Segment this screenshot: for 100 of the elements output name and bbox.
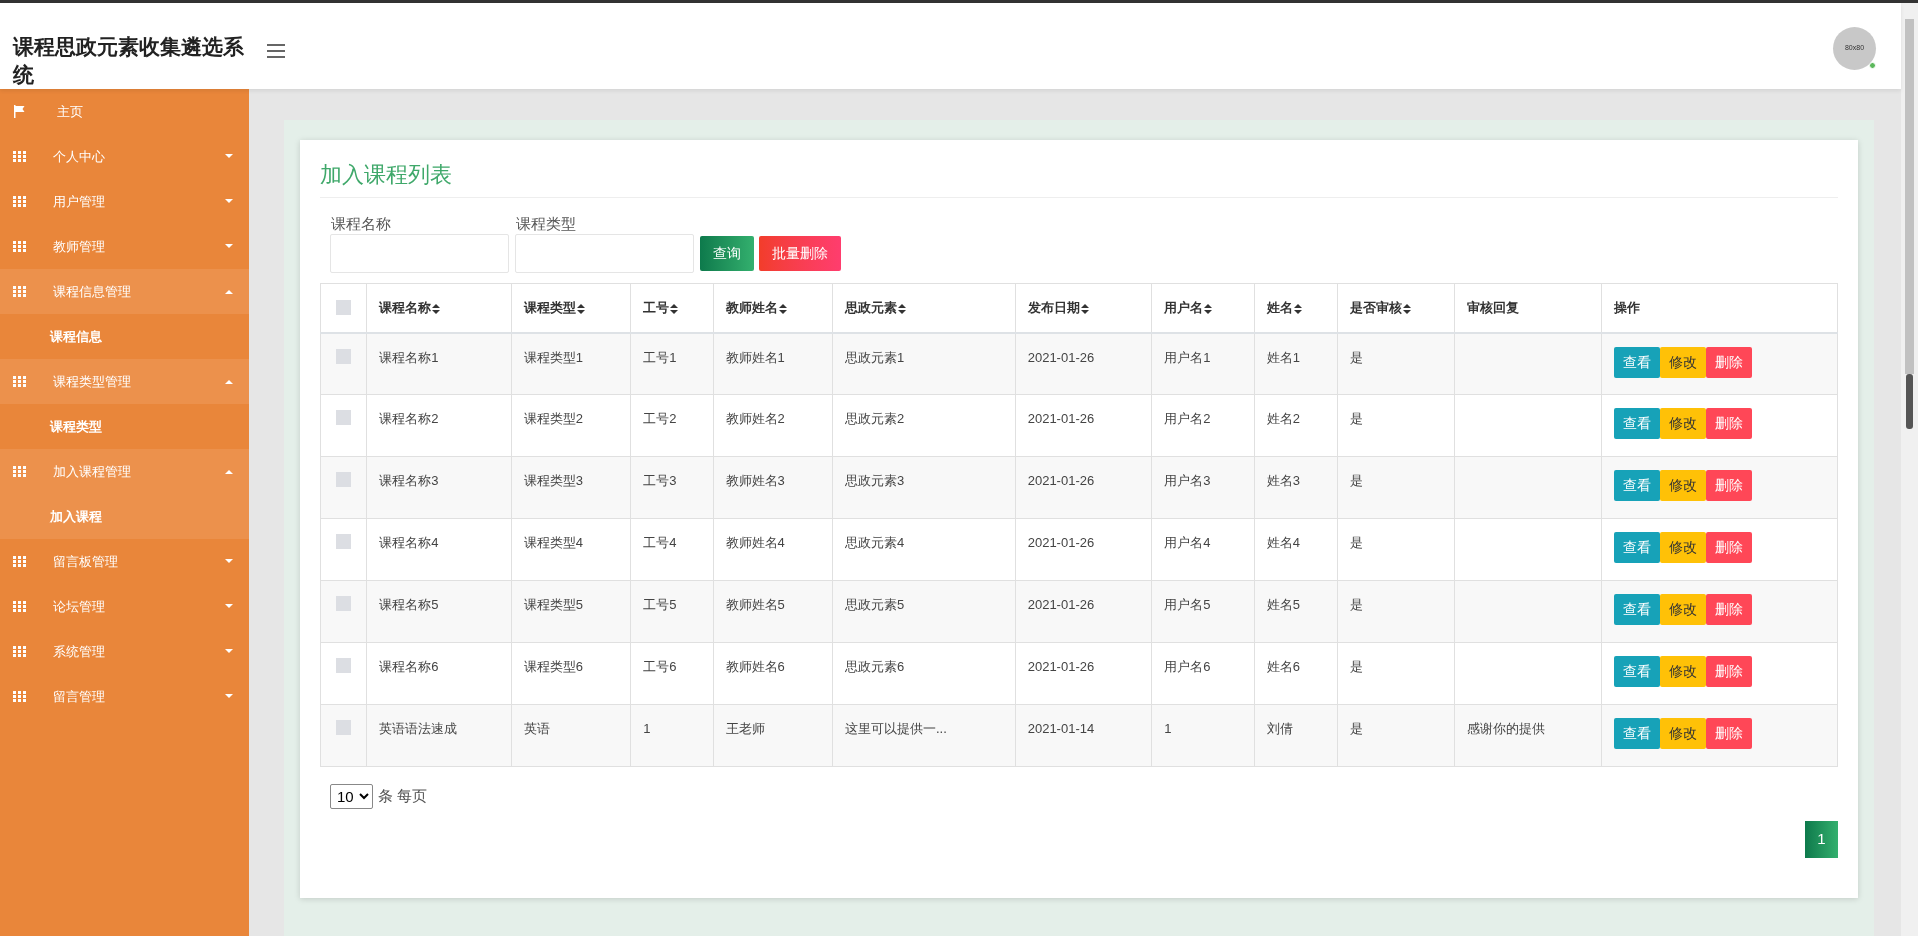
table-cell: 工号6 — [643, 659, 677, 674]
grid-icon — [13, 286, 26, 297]
table-cell: 课程名称4 — [379, 535, 439, 550]
caret-icon — [225, 694, 233, 699]
view-button[interactable]: 查看 — [1614, 718, 1660, 749]
delete-button[interactable]: 删除 — [1706, 408, 1752, 439]
delete-button[interactable]: 删除 — [1706, 532, 1752, 563]
search-button[interactable]: 查询 — [700, 236, 754, 271]
table-cell: 用户名3 — [1164, 473, 1211, 488]
row-checkbox[interactable] — [336, 534, 352, 549]
table-cell: 用户名4 — [1164, 535, 1211, 550]
table-cell: 用户名5 — [1164, 597, 1211, 612]
row-checkbox[interactable] — [336, 658, 352, 673]
table-cell: 英语语法速成 — [379, 721, 458, 736]
view-button[interactable]: 查看 — [1614, 594, 1660, 625]
caret-icon — [225, 604, 233, 609]
edit-button[interactable]: 修改 — [1660, 408, 1706, 439]
table-cell: 教师姓名2 — [725, 411, 785, 426]
table-cell: 思政元素3 — [845, 473, 905, 488]
filter-label: 课程类型 — [515, 214, 577, 234]
batch-delete-button[interactable]: 批量删除 — [759, 236, 841, 271]
table-cell: 工号4 — [643, 535, 677, 550]
table-cell: 王老师 — [725, 721, 765, 736]
sort-icon — [670, 303, 679, 314]
grid-icon — [13, 241, 26, 252]
menu-icon[interactable] — [267, 44, 285, 58]
edit-button[interactable]: 修改 — [1660, 718, 1706, 749]
view-button[interactable]: 查看 — [1614, 532, 1660, 563]
table-cell: 姓名3 — [1266, 473, 1300, 488]
table-cell: 1 — [1164, 721, 1172, 736]
column-header[interactable]: 工号 — [643, 300, 679, 315]
table-cell: 是 — [1349, 473, 1363, 488]
filter-input[interactable] — [515, 234, 694, 273]
table-cell: 用户名6 — [1164, 659, 1211, 674]
table-cell: 课程类型2 — [523, 411, 583, 426]
view-button[interactable]: 查看 — [1614, 470, 1660, 501]
column-header[interactable]: 姓名 — [1266, 300, 1302, 315]
caret-icon — [225, 154, 233, 159]
row-checkbox[interactable] — [336, 472, 352, 487]
table-cell: 2021-01-26 — [1027, 535, 1095, 550]
scrollbar[interactable] — [1901, 3, 1918, 936]
select-all-checkbox[interactable] — [336, 300, 352, 316]
filter-input[interactable] — [330, 234, 509, 273]
grid-icon — [13, 556, 26, 567]
table-cell: 教师姓名6 — [725, 659, 785, 674]
table-cell: 思政元素4 — [845, 535, 905, 550]
table-cell: 课程类型3 — [523, 473, 583, 488]
edit-button[interactable]: 修改 — [1660, 532, 1706, 563]
table-cell: 课程名称1 — [379, 349, 439, 365]
page-size-select[interactable]: 10 — [330, 784, 373, 809]
edit-button[interactable]: 修改 — [1660, 470, 1706, 501]
delete-button[interactable]: 删除 — [1706, 470, 1752, 501]
edit-button[interactable]: 修改 — [1660, 656, 1706, 687]
row-checkbox[interactable] — [336, 720, 352, 735]
column-header[interactable]: 是否审核 — [1349, 300, 1411, 315]
row-checkbox[interactable] — [336, 348, 352, 364]
filter-label: 课程名称 — [330, 214, 392, 234]
caret-icon — [225, 379, 233, 384]
sort-icon — [1080, 303, 1089, 314]
sidebar-menu[interactable]: 加入课程管理 — [0, 449, 249, 494]
column-header[interactable]: 课程名称 — [379, 300, 441, 315]
column-header[interactable]: 发布日期 — [1027, 300, 1089, 315]
delete-button[interactable]: 删除 — [1706, 718, 1752, 749]
edit-button[interactable]: 修改 — [1660, 594, 1706, 625]
grid-icon — [13, 151, 26, 162]
row-checkbox[interactable] — [336, 410, 352, 425]
flag-icon — [13, 105, 25, 118]
table-cell: 2021-01-14 — [1027, 721, 1095, 736]
table-cell: 姓名4 — [1266, 535, 1300, 550]
column-header[interactable]: 用户名 — [1164, 300, 1213, 315]
table-cell: 教师姓名5 — [725, 597, 785, 612]
sidebar-menu[interactable]: 课程信息管理 — [0, 269, 249, 314]
table-cell: 是 — [1349, 411, 1363, 426]
edit-button[interactable]: 修改 — [1660, 346, 1706, 378]
caret-icon — [225, 469, 233, 474]
caret-icon — [225, 199, 233, 204]
column-header[interactable]: 教师姓名 — [725, 300, 787, 315]
sidebar-subitem[interactable]: 加入课程 — [0, 494, 249, 539]
column-header[interactable]: 课程类型 — [523, 300, 585, 315]
table-cell: 课程类型1 — [523, 349, 583, 365]
table-cell: 用户名2 — [1164, 411, 1211, 426]
table-cell: 工号2 — [643, 411, 677, 426]
view-button[interactable]: 查看 — [1614, 656, 1660, 687]
delete-button[interactable]: 删除 — [1706, 346, 1752, 378]
table-cell: 用户名1 — [1164, 349, 1211, 365]
column-header[interactable]: 思政元素 — [845, 300, 906, 315]
delete-button[interactable]: 删除 — [1706, 656, 1752, 687]
view-button[interactable]: 查看 — [1614, 346, 1660, 378]
column-header: 操作 — [1614, 300, 1640, 315]
grid-icon — [13, 646, 26, 657]
grid-icon — [13, 691, 26, 702]
table-cell: 姓名1 — [1266, 349, 1300, 365]
table-cell: 思政元素2 — [845, 411, 905, 426]
view-button[interactable]: 查看 — [1614, 408, 1660, 439]
delete-button[interactable]: 删除 — [1706, 594, 1752, 625]
sidebar-menu[interactable]: 课程类型管理 — [0, 359, 249, 404]
table-cell: 是 — [1349, 659, 1363, 674]
page-button[interactable]: 1 — [1805, 821, 1838, 858]
row-checkbox[interactable] — [336, 596, 352, 611]
sort-icon — [576, 303, 585, 314]
